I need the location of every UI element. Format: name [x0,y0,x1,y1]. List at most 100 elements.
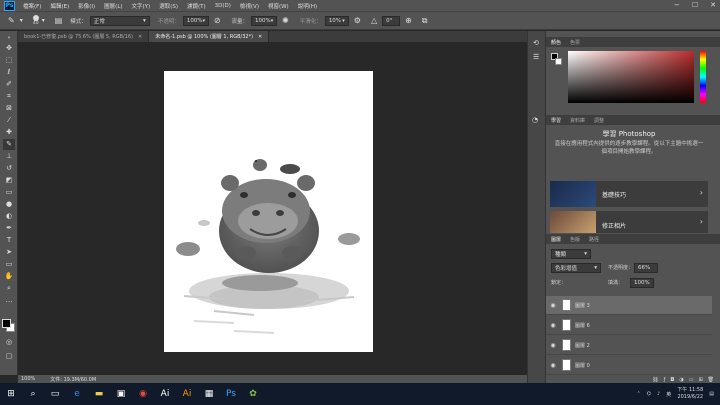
zoom-level[interactable]: 100% [21,376,35,382]
search-icon[interactable]: ⌕ [22,383,44,405]
menu-view[interactable]: 檢視(V) [240,2,259,10]
doc-size-info[interactable]: 文件: 19.3M/60.0M [50,376,96,383]
move-tool-icon[interactable]: ✥ [3,43,15,54]
history-panel-icon[interactable]: ⟲ [533,39,539,47]
brush-dropdown-icon[interactable]: ▾ [42,17,45,24]
brush-tool-icon[interactable]: ✎ [8,16,15,25]
gallery-icon[interactable]: ▦ [198,383,220,405]
close-icon[interactable]: ✕ [138,34,142,40]
learn-card-photo[interactable]: 修正相片 › [550,211,708,233]
network-icon[interactable]: ⌬ [647,391,651,397]
notification-icon[interactable]: ▤ [709,391,714,397]
more-tools-icon[interactable]: … [3,295,15,306]
eye-icon[interactable]: ◉ [546,362,560,369]
foreground-color-swatch-front[interactable] [2,319,11,328]
quick-select-tool-icon[interactable]: ✐ [3,79,15,90]
menu-select[interactable]: 選取(S) [159,2,178,10]
angle-input[interactable]: 0° [382,15,401,26]
properties-panel-icon[interactable]: ☰ [533,53,539,61]
pressure-size-icon[interactable]: ⊕ [405,16,412,25]
pressure-opacity-icon[interactable]: ⊘ [214,16,221,25]
layer-row[interactable]: ◉ 圖層 2 [546,336,712,355]
eye-icon[interactable]: ◉ [546,342,560,349]
minimize-button[interactable]: − [674,1,680,9]
tab-learn[interactable]: 學習 [551,117,561,124]
smoothing-options-icon[interactable]: ⚙ [354,16,361,25]
gradient-tool-icon[interactable]: ▭ [3,187,15,198]
eye-icon[interactable]: ◉ [546,322,560,329]
brush-settings-icon[interactable]: ▤ [55,16,63,25]
smoothing-input[interactable]: 10% ▾ [324,15,349,26]
learn-card-basics[interactable]: 基礎技巧 › [550,181,708,207]
type-tool-icon[interactable]: T [3,235,15,246]
tab-layers[interactable]: 圖層 [551,236,561,243]
clock[interactable]: 下午 11:58 2019/6/22 [677,387,703,401]
hue-slider[interactable] [700,51,706,103]
menu-edit[interactable]: 編輯(E) [50,2,69,10]
ime-indicator[interactable]: 英 [666,391,671,398]
color-field[interactable] [568,51,694,103]
menu-image[interactable]: 影像(I) [78,2,95,10]
stamp-tool-icon[interactable]: ⊥ [3,151,15,162]
brush-preset-picker[interactable]: 40 [32,15,39,26]
opacity-input[interactable]: 100% ▾ [182,15,209,26]
quick-mask-icon[interactable]: ◎ [3,337,15,348]
adjust-panel-icon[interactable]: ◔ [532,116,538,124]
tab-libraries[interactable]: 資料庫 [570,117,585,124]
mode-select[interactable]: 正常 ▾ [89,15,150,26]
hand-tool-icon[interactable]: ✋ [3,271,15,282]
blur-tool-icon[interactable]: ● [3,199,15,210]
menu-file[interactable]: 檔案(F) [23,2,41,10]
zoom-tool-icon[interactable]: ⌕ [3,283,15,294]
menu-filter[interactable]: 濾鏡(T) [187,2,206,10]
chrome-icon[interactable]: ◉ [132,383,154,405]
task-view-icon[interactable]: ▭ [44,383,66,405]
eye-icon[interactable]: ◉ [546,302,560,309]
edge-icon[interactable]: e [66,383,88,405]
close-icon[interactable]: ✕ [258,34,262,40]
rectangle-tool-icon[interactable]: ▭ [3,259,15,270]
tray-up-icon[interactable]: ⌃ [636,391,640,397]
layer-opacity-input[interactable]: 66% [634,263,658,273]
layer-kind-filter[interactable]: 種類 ▾ [551,249,591,259]
photoshop-taskbar-icon[interactable]: Ps [220,383,242,405]
tab-untitled[interactable]: 未命名-1.psb @ 100% (圖層 1, RGB/32*) ✕ [149,31,270,42]
lasso-tool-icon[interactable]: ℓ [3,67,15,78]
angle-icon[interactable]: △ [371,16,377,25]
menu-help[interactable]: 說明(H) [298,2,317,10]
layer-row[interactable]: ◉ 圖層 3 [546,296,712,315]
pen-tool-icon[interactable]: ✒ [3,223,15,234]
tab-paths[interactable]: 路徑 [589,236,599,243]
tab-channels[interactable]: 色版 [570,236,580,243]
layer-row[interactable]: ◉ 圖層 6 [546,316,712,335]
chevron-down-icon[interactable]: ▾ [20,17,23,24]
maximize-button[interactable]: ☐ [692,1,698,9]
healing-brush-tool-icon[interactable]: ✚ [3,127,15,138]
paint-icon[interactable]: ✿ [242,383,264,405]
dodge-tool-icon[interactable]: ◐ [3,211,15,222]
tab-color[interactable]: 顏色 [551,39,561,46]
brush-tool-icon[interactable]: ✎ [3,139,15,150]
eraser-tool-icon[interactable]: ◩ [3,175,15,186]
eyedropper-tool-icon[interactable]: ⁄ [3,115,15,126]
menu-layer[interactable]: 圖層(L) [104,2,122,10]
symmetry-icon[interactable]: ⧉ [422,16,428,26]
frame-tool-icon[interactable]: ⊠ [3,103,15,114]
ai-app-icon[interactable]: Ai [154,383,176,405]
crop-tool-icon[interactable]: ⌗ [3,91,15,102]
background-swatch[interactable] [555,58,562,65]
fill-input[interactable]: 100% [630,278,654,288]
airbrush-icon[interactable]: ✺ [282,16,289,25]
tab-swatches[interactable]: 色票 [570,39,580,46]
illustrator-icon[interactable]: Ai [176,383,198,405]
tab-adjustments[interactable]: 調整 [594,117,604,124]
history-brush-tool-icon[interactable]: ↺ [3,163,15,174]
tab-book1[interactable]: book1-已修復.psb @ 75.6% (圖層 5, RGB/16) ✕ [18,31,150,42]
layer-row[interactable]: ◉ 圖層 0 [546,356,712,375]
windows-start-icon[interactable]: ⊞ [0,383,22,405]
menu-type[interactable]: 文字(Y) [132,2,151,10]
blend-mode-select[interactable]: 色彩增值 ▾ [551,263,601,273]
screen-mode-icon[interactable]: ▢ [3,351,15,362]
store-icon[interactable]: ▣ [110,383,132,405]
path-select-tool-icon[interactable]: ➤ [3,247,15,258]
